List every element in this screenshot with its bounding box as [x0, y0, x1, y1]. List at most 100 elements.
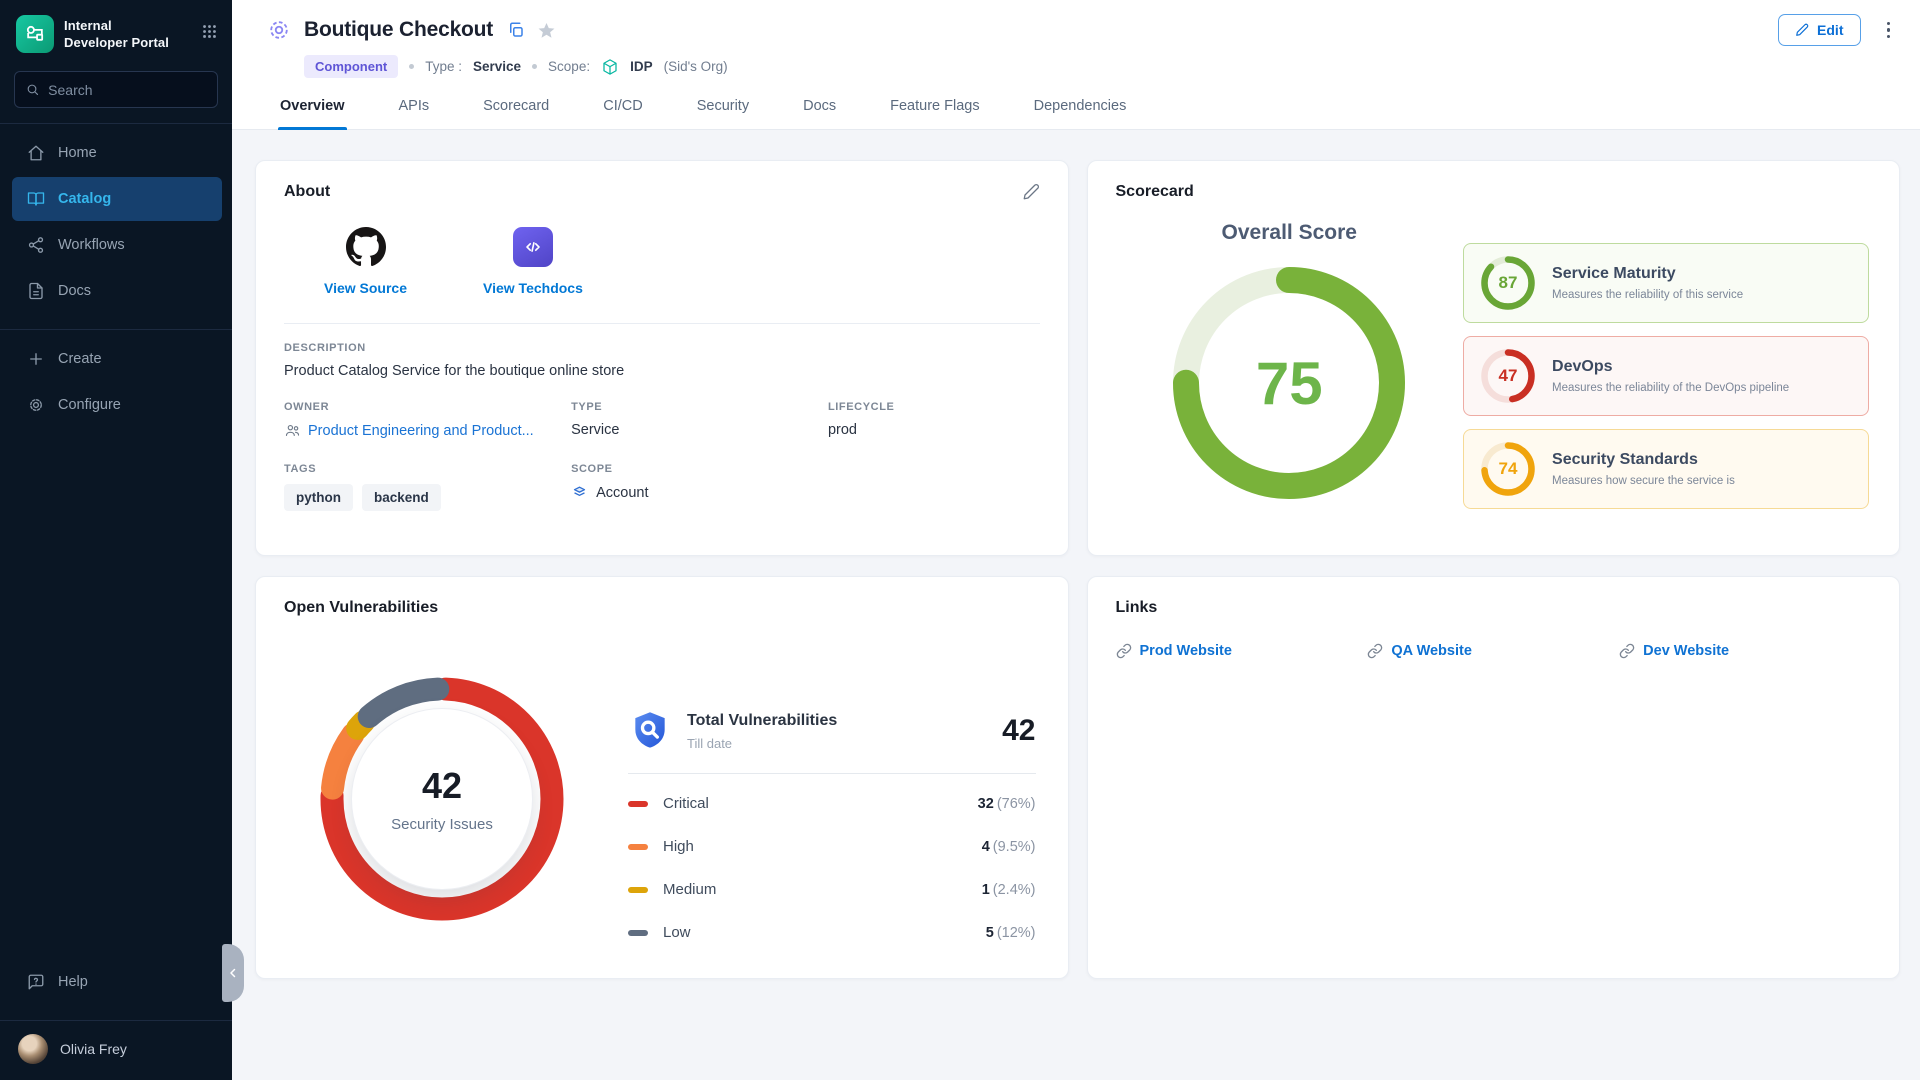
scorecard-item-desc: Measures how secure the service is	[1552, 475, 1735, 487]
tab-apis[interactable]: APIs	[397, 94, 432, 129]
content-grid: About View Source	[232, 130, 1920, 1080]
scope-field-label: SCOPE	[571, 463, 1039, 475]
avatar	[18, 1034, 48, 1064]
scorecard-item-title: DevOps	[1552, 358, 1789, 376]
sidebar-item-label: Workflows	[58, 237, 125, 253]
divider	[0, 123, 232, 124]
copy-icon[interactable]	[507, 21, 525, 39]
mini-donut: 74	[1481, 442, 1535, 496]
shield-scan-icon	[628, 709, 672, 753]
book-open-icon	[27, 190, 45, 208]
sidebar-item-configure[interactable]: Configure	[12, 383, 222, 427]
link-qa-website[interactable]: QA Website	[1367, 643, 1619, 659]
edit-about-icon[interactable]	[1022, 183, 1040, 201]
sidebar-item-catalog[interactable]: Catalog	[12, 177, 222, 221]
link-icon	[1367, 643, 1383, 659]
links-card: Links Prod Website QA Website	[1087, 576, 1901, 979]
component-gear-icon	[266, 17, 292, 43]
brand-title: Internal Developer Portal	[64, 15, 169, 52]
about-card: About View Source	[255, 160, 1069, 556]
legend-row-medium: Medium 1(2.4%)	[628, 868, 1036, 911]
scorecard-item-security-standards[interactable]: 74 Security Standards Measures how secur…	[1463, 429, 1869, 509]
account-scope-icon	[571, 484, 588, 501]
scorecard-title: Scorecard	[1116, 183, 1194, 201]
search-icon	[26, 82, 39, 97]
view-source-link[interactable]: View Source	[324, 227, 407, 296]
type-field-label: TYPE	[571, 401, 828, 413]
sidebar-item-workflows[interactable]: Workflows	[12, 223, 222, 267]
sidebar-item-docs[interactable]: Docs	[12, 269, 222, 313]
vulnerabilities-donut: 42 Security Issues	[320, 677, 564, 921]
tab-overview[interactable]: Overview	[278, 94, 347, 129]
sidebar-item-create[interactable]: Create	[12, 337, 222, 381]
tab-feature-flags[interactable]: Feature Flags	[888, 94, 981, 129]
gear-icon	[27, 396, 45, 414]
scorecard-item-devops[interactable]: 47 DevOps Measures the reliability of th…	[1463, 336, 1869, 416]
tab-cicd[interactable]: CI/CD	[601, 94, 644, 129]
main-area: Boutique Checkout Edit	[232, 0, 1920, 1080]
link-icon	[1619, 643, 1635, 659]
scorecard-item-desc: Measures the reliability of this service	[1552, 289, 1743, 301]
scorecard-item-title: Security Standards	[1552, 451, 1735, 469]
workflows-icon	[27, 236, 45, 254]
link-prod-website[interactable]: Prod Website	[1116, 643, 1368, 659]
scorecard-item-service-maturity[interactable]: 87 Service Maturity Measures the reliabi…	[1463, 243, 1869, 323]
circuit-logo-icon	[22, 21, 48, 47]
links-title: Links	[1116, 599, 1158, 617]
sidebar-item-label: Create	[58, 351, 102, 367]
entity-meta-row: Component Type : Service Scope: IDP (Sid…	[304, 55, 1896, 78]
page-title: Boutique Checkout	[304, 18, 493, 42]
sidebar-collapse-handle[interactable]	[222, 944, 244, 1002]
link-dev-website[interactable]: Dev Website	[1619, 643, 1871, 659]
tab-docs[interactable]: Docs	[801, 94, 838, 129]
type-value: Service	[473, 59, 521, 74]
edit-button[interactable]: Edit	[1778, 14, 1860, 46]
view-techdocs-link[interactable]: View Techdocs	[483, 227, 583, 296]
security-issues-count: 42	[422, 765, 462, 807]
star-icon[interactable]	[537, 21, 556, 40]
tab-dependencies[interactable]: Dependencies	[1032, 94, 1129, 129]
sidebar-item-home[interactable]: Home	[12, 131, 222, 175]
help-chat-icon	[27, 973, 45, 991]
apps-grid-icon[interactable]	[201, 15, 218, 40]
user-profile[interactable]: Olivia Frey	[0, 1021, 232, 1080]
sidebar-footer-nav: Help	[0, 959, 232, 1005]
mini-donut: 87	[1481, 256, 1535, 310]
sidebar-item-label: Catalog	[58, 191, 111, 207]
lifecycle-label: LIFECYCLE	[828, 401, 1040, 413]
about-title: About	[284, 183, 330, 201]
tag-chip[interactable]: python	[284, 484, 353, 511]
scorecard-item-desc: Measures the reliability of the DevOps p…	[1552, 382, 1789, 394]
low-swatch	[628, 930, 648, 936]
overall-score-label: Overall Score	[1222, 221, 1357, 245]
sidebar-item-label: Configure	[58, 397, 121, 413]
legend-row-low: Low 5(12%)	[628, 911, 1036, 954]
sidebar-search[interactable]	[14, 71, 218, 108]
high-swatch	[628, 844, 648, 850]
sidebar-item-help[interactable]: Help	[12, 960, 222, 1004]
plus-icon	[27, 350, 45, 368]
user-name: Olivia Frey	[60, 1041, 127, 1057]
sidebar-item-label: Home	[58, 145, 97, 161]
vulnerabilities-card: Open Vulnerabilities 42 Security Issues	[255, 576, 1069, 979]
more-options-button[interactable]	[1881, 18, 1897, 43]
github-icon	[346, 227, 386, 267]
medium-swatch	[628, 887, 648, 893]
tag-chip[interactable]: backend	[362, 484, 441, 511]
techdocs-icon	[513, 227, 553, 267]
owner-link[interactable]: Product Engineering and Product...	[308, 423, 534, 439]
tab-bar: Overview APIs Scorecard CI/CD Security D…	[278, 94, 1896, 129]
tab-scorecard[interactable]: Scorecard	[481, 94, 551, 129]
app-logo	[16, 15, 54, 53]
tab-security[interactable]: Security	[695, 94, 751, 129]
type-label: Type :	[425, 59, 462, 74]
sidebar-item-label: Help	[58, 974, 88, 990]
overall-score-donut: 75	[1173, 267, 1405, 499]
sidebar-nav: Home Catalog Workflows Docs	[0, 130, 232, 314]
tags-label: TAGS	[284, 463, 571, 475]
pencil-icon	[1795, 23, 1809, 37]
overall-score-value: 75	[1256, 349, 1323, 418]
scope-field-value: Account	[596, 485, 648, 501]
owner-label: OWNER	[284, 401, 571, 413]
search-input[interactable]	[48, 82, 206, 98]
